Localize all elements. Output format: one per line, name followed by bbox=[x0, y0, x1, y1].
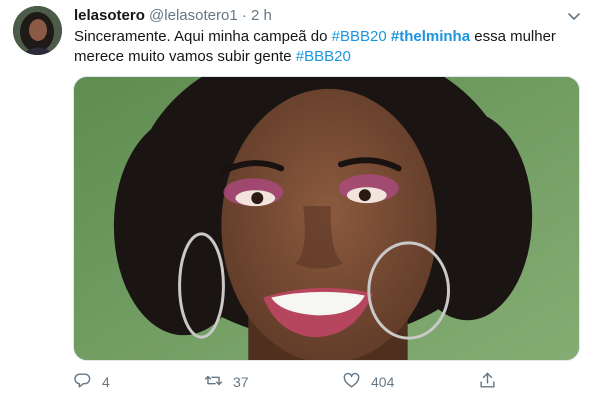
tweet-actions: 4 37 404 bbox=[73, 370, 513, 394]
share-icon bbox=[478, 371, 497, 393]
photo-image bbox=[74, 77, 579, 360]
retweet-icon bbox=[204, 371, 223, 393]
like-button[interactable]: 404 bbox=[342, 370, 394, 394]
retweet-button[interactable]: 37 bbox=[204, 370, 249, 394]
hashtag-link[interactable]: #thelminha bbox=[391, 28, 470, 45]
tweet-photo[interactable] bbox=[73, 76, 580, 361]
tweet-text: Sinceramente. Aqui minha campeã do #BBB2… bbox=[74, 27, 574, 67]
separator: · bbox=[241, 7, 247, 24]
reply-count: 4 bbox=[102, 374, 110, 390]
chevron-down-icon[interactable] bbox=[566, 8, 582, 24]
hashtag-link[interactable]: #BBB20 bbox=[296, 48, 351, 65]
reply-icon bbox=[73, 371, 92, 393]
timestamp[interactable]: 2 h bbox=[251, 7, 272, 24]
reply-button[interactable]: 4 bbox=[73, 370, 110, 394]
avatar[interactable] bbox=[13, 6, 62, 55]
tweet-header: lelasotero @lelasotero1 · 2 h bbox=[74, 6, 272, 26]
retweet-count: 37 bbox=[233, 374, 249, 390]
author-handle[interactable]: @lelasotero1 bbox=[149, 7, 238, 24]
hashtag-link[interactable]: #BBB20 bbox=[332, 28, 387, 45]
author-name[interactable]: lelasotero bbox=[74, 7, 145, 24]
tweet: lelasotero @lelasotero1 · 2 h Sinceramen… bbox=[0, 0, 594, 402]
heart-icon bbox=[342, 371, 361, 393]
avatar-image bbox=[13, 6, 62, 55]
share-button[interactable] bbox=[478, 370, 497, 394]
tweet-text-part: Sinceramente. Aqui minha campeã do bbox=[74, 28, 332, 45]
like-count: 404 bbox=[371, 374, 395, 390]
